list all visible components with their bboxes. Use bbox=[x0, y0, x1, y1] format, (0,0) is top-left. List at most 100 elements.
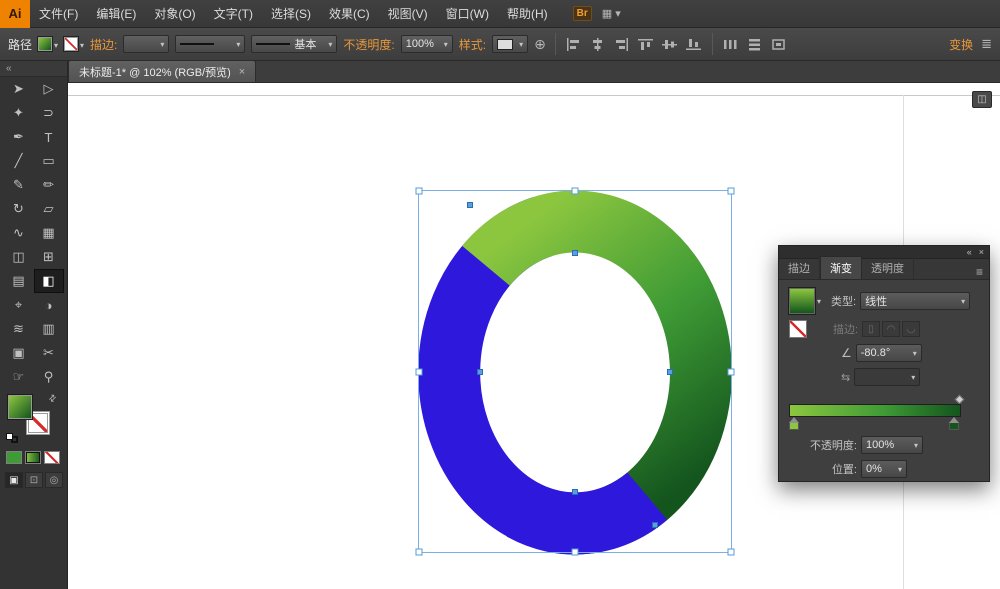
fill-proxy-swatch[interactable] bbox=[8, 395, 32, 419]
resize-handle[interactable] bbox=[416, 549, 423, 556]
opacity-panel-link[interactable]: 不透明度: bbox=[343, 36, 394, 53]
magic-wand-tool[interactable]: ✦ bbox=[4, 101, 34, 125]
default-fill-stroke-icon[interactable] bbox=[6, 433, 18, 443]
align-top-icon[interactable] bbox=[637, 35, 655, 53]
style-panel-link[interactable]: 样式: bbox=[459, 36, 486, 53]
gradient-angle-select[interactable]: -80.8° ▾ bbox=[856, 344, 922, 362]
close-panel-icon[interactable]: × bbox=[979, 247, 984, 257]
resize-handle[interactable] bbox=[728, 549, 735, 556]
menu-select[interactable]: 选择(S) bbox=[262, 0, 320, 28]
anchor-point[interactable] bbox=[477, 369, 483, 375]
anchor-point[interactable] bbox=[572, 489, 578, 495]
align-to-selection-icon[interactable] bbox=[770, 35, 788, 53]
stroke-panel-link[interactable]: 描边: bbox=[90, 36, 117, 53]
gradient-fill-swatch[interactable] bbox=[789, 288, 815, 314]
column-graph-tool[interactable]: ▥ bbox=[34, 317, 64, 341]
align-right-icon[interactable] bbox=[613, 35, 631, 53]
bridge-icon[interactable]: Br bbox=[573, 6, 592, 21]
collapse-tools-panel-icon[interactable]: « bbox=[0, 61, 67, 77]
fill-color-swatch[interactable] bbox=[38, 37, 52, 51]
menu-object[interactable]: 对象(O) bbox=[145, 0, 204, 28]
align-bottom-icon[interactable] bbox=[685, 35, 703, 53]
stroke-width-select[interactable]: ▾ bbox=[123, 35, 169, 53]
menu-window[interactable]: 窗口(W) bbox=[437, 0, 498, 28]
gradient-stroke-swatch[interactable] bbox=[789, 320, 807, 338]
gradient-ramp[interactable] bbox=[789, 404, 961, 417]
gradient-stop-start[interactable] bbox=[789, 422, 799, 430]
perspective-grid-tool[interactable]: ⊞ bbox=[34, 245, 64, 269]
eyedropper-tool[interactable]: ⌖ bbox=[4, 293, 34, 317]
reverse-gradient-icon[interactable]: ⇆ bbox=[841, 371, 850, 384]
document-tab[interactable]: 未标题-1* @ 102% (RGB/预览) × bbox=[68, 60, 256, 82]
graphic-style-select[interactable]: ▾ bbox=[492, 35, 528, 53]
align-left-icon[interactable] bbox=[565, 35, 583, 53]
tab-transparency[interactable]: 透明度 bbox=[862, 257, 914, 279]
scale-tool[interactable]: ▱ bbox=[34, 197, 64, 221]
gradient-along-stroke-icon[interactable]: ◠ bbox=[882, 321, 900, 337]
menu-view[interactable]: 视图(V) bbox=[379, 0, 437, 28]
menu-type[interactable]: 文字(T) bbox=[205, 0, 262, 28]
menu-edit[interactable]: 编辑(E) bbox=[87, 0, 145, 28]
resize-handle[interactable] bbox=[572, 549, 579, 556]
app-logo[interactable]: Ai bbox=[0, 0, 30, 28]
anchor-point[interactable] bbox=[467, 202, 473, 208]
zoom-tool[interactable]: ⚲ bbox=[34, 365, 64, 389]
hand-tool[interactable]: ☞ bbox=[4, 365, 34, 389]
tab-stroke[interactable]: 描边 bbox=[779, 257, 820, 279]
stop-opacity-select[interactable]: 100% ▾ bbox=[861, 436, 923, 454]
transform-panel-link[interactable]: 变换 bbox=[949, 36, 973, 53]
free-transform-tool[interactable]: ▦ bbox=[34, 221, 64, 245]
pen-tool[interactable]: ✒ bbox=[4, 125, 34, 149]
mesh-tool[interactable]: ▤ bbox=[4, 269, 34, 293]
gradient-within-stroke-icon[interactable]: ▯ bbox=[862, 321, 880, 337]
stroke-color-swatch[interactable] bbox=[64, 37, 78, 51]
paintbrush-tool[interactable]: ✎ bbox=[4, 173, 34, 197]
resize-handle[interactable] bbox=[416, 368, 423, 375]
gradient-stop-end[interactable] bbox=[949, 422, 959, 430]
gradient-type-select[interactable]: 线性 ▾ bbox=[860, 292, 970, 310]
pencil-tool[interactable]: ✏ bbox=[34, 173, 64, 197]
line-segment-tool[interactable]: ╱ bbox=[4, 149, 34, 173]
width-profile-select[interactable]: ▾ bbox=[175, 35, 245, 53]
chevron-down-icon[interactable]: ▾ bbox=[817, 297, 821, 306]
distribute-horizontal-icon[interactable] bbox=[722, 35, 740, 53]
rectangle-tool[interactable]: ▭ bbox=[34, 149, 64, 173]
menu-help[interactable]: 帮助(H) bbox=[498, 0, 557, 28]
resize-handle[interactable] bbox=[416, 188, 423, 195]
control-panel-menu-icon[interactable]: ≣ bbox=[981, 36, 992, 52]
menu-effect[interactable]: 效果(C) bbox=[320, 0, 379, 28]
type-tool[interactable]: T bbox=[34, 125, 64, 149]
menu-file[interactable]: 文件(F) bbox=[30, 0, 87, 28]
color-button[interactable] bbox=[6, 451, 22, 464]
gradient-panel[interactable]: « × 描边 渐变 透明度 ≡ ▾ 类型: 线性 ▾ 描边: ▯ bbox=[778, 245, 990, 482]
gradient-across-stroke-icon[interactable]: ◡ bbox=[902, 321, 920, 337]
distribute-vertical-icon[interactable] bbox=[746, 35, 764, 53]
swap-fill-stroke-icon[interactable]: ⇄ bbox=[47, 392, 60, 405]
draw-normal-icon[interactable]: ▣ bbox=[5, 472, 23, 488]
gradient-button[interactable] bbox=[25, 451, 41, 464]
workspace-switcher-icon[interactable]: ▦ ▾ bbox=[602, 7, 621, 20]
selection-bounding-box[interactable] bbox=[418, 190, 732, 553]
lasso-tool[interactable]: ⊃ bbox=[34, 101, 64, 125]
width-tool-tool[interactable]: ∿ bbox=[4, 221, 34, 245]
aspect-ratio-select[interactable]: ▾ bbox=[854, 368, 920, 386]
recolor-artwork-icon[interactable]: ⊕ bbox=[534, 36, 546, 53]
resize-handle[interactable] bbox=[728, 368, 735, 375]
draw-behind-icon[interactable]: ⊡ bbox=[25, 472, 43, 488]
rotate-tool[interactable]: ↻ bbox=[4, 197, 34, 221]
gradient-tool[interactable]: ◧ bbox=[34, 269, 64, 293]
none-button[interactable] bbox=[44, 451, 60, 464]
stop-location-select[interactable]: 0% ▾ bbox=[861, 460, 907, 478]
symbol-sprayer-tool[interactable]: ≋ bbox=[4, 317, 34, 341]
align-center-vertical-icon[interactable] bbox=[661, 35, 679, 53]
align-center-horizontal-icon[interactable] bbox=[589, 35, 607, 53]
resize-handle[interactable] bbox=[728, 188, 735, 195]
slice-tool[interactable]: ✂ bbox=[34, 341, 64, 365]
selection-tool[interactable]: ➤ bbox=[4, 77, 34, 101]
close-tab-icon[interactable]: × bbox=[239, 66, 245, 78]
direct-selection-tool[interactable]: ▷ bbox=[34, 77, 64, 101]
artboard-tool[interactable]: ▣ bbox=[4, 341, 34, 365]
blend-tool[interactable]: ◑ bbox=[34, 293, 64, 317]
draw-inside-icon[interactable]: ◎ bbox=[45, 472, 63, 488]
collapse-panel-icon[interactable]: « bbox=[967, 247, 972, 257]
